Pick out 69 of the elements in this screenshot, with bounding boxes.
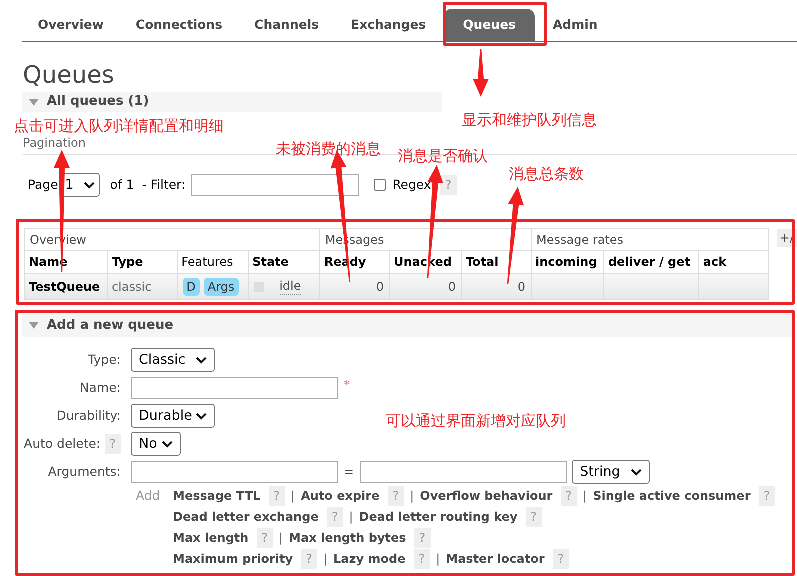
argument-link[interactable]: Lazy mode [334,549,406,569]
argument-link[interactable]: Max length bytes [289,528,406,548]
caret-icon [196,412,207,420]
field-label: Name: [80,378,121,397]
page-label: Page [28,176,58,194]
separator: | [410,488,414,505]
argument-link[interactable]: Dead letter routing key [359,507,518,527]
separator: | [291,488,296,505]
required-mark: * [344,377,350,394]
annotation-text: 显示和维护队列信息 [462,112,597,128]
argument-link[interactable]: Single active consumer [593,486,751,506]
equals-sign: = [344,464,354,481]
nav-tab[interactable]: Admin [537,9,614,41]
nav-tab[interactable]: Queues [444,9,535,41]
argument-link[interactable]: Message TTL [173,486,261,506]
separator: | [349,509,354,526]
dropdown[interactable]: No [131,432,181,456]
argument-link[interactable]: Dead letter exchange [173,507,319,527]
annotation-text: 消息是否确认 [398,148,488,164]
page-count: of 1 [110,176,134,194]
nav-tab[interactable]: Connections [120,9,239,41]
nav-tab[interactable]: Overview [22,9,120,41]
argument-link[interactable]: Auto expire [301,486,380,506]
field-label: Auto delete: [24,434,101,453]
type-dropdown[interactable]: String [572,460,650,484]
section-header[interactable]: All queues (1) [22,92,442,112]
feature-tag: D [182,278,200,296]
field-label: Durability: [56,406,121,425]
queue-name-link[interactable]: TestQueue [24,274,108,300]
collapse-triangle-icon[interactable] [29,322,39,329]
nav-tab[interactable]: Channels [238,9,336,41]
argument-key-field[interactable] [131,461,338,483]
field-label: Arguments: [48,462,121,481]
caret-icon [631,468,642,476]
nav-tab[interactable]: Exchanges [335,9,442,41]
page-heading: Queues [23,60,114,90]
caret-icon [84,182,96,188]
argument-link[interactable]: Master locator [446,549,545,569]
collapse-triangle-icon[interactable] [29,98,39,106]
separator: | [583,488,588,505]
annotation-text: 消息总条数 [509,166,584,182]
field-label: Type: [88,350,121,369]
filter-field[interactable] [190,174,359,196]
regex-label: Regex [392,176,432,194]
annotation-text: 点击可进入队列详情配置和明细 [14,118,224,134]
annotation-arrow [473,49,489,97]
section-header[interactable]: Add a new queue [22,314,792,337]
table-cell: classic [107,274,178,300]
dropdown[interactable]: Durable [131,404,215,428]
table-cell: 0 [390,274,462,300]
state-label: idle [280,278,302,294]
argument-link[interactable]: Max length [173,528,249,548]
regex-checkbox[interactable] [374,179,386,191]
argument-link[interactable]: Maximum priority [173,549,294,569]
column-group-header: Message rates [531,228,768,250]
filter-label: - Filter: [142,176,186,194]
separator: | [436,551,440,568]
name-field[interactable] [131,377,338,399]
caret-icon [162,440,173,448]
caret-icon [196,356,207,364]
separator: | [323,551,328,568]
pagination-label: Pagination [23,136,86,150]
state-indicator [254,282,264,292]
feature-tag: Args [204,278,239,296]
annotation-text: 可以通过界面新增对应队列 [386,413,566,429]
separator: | [279,530,284,547]
dropdown[interactable]: Classic [131,348,215,372]
argument-value-field[interactable] [360,461,568,483]
argument-link[interactable]: Overflow behaviour [420,486,553,506]
